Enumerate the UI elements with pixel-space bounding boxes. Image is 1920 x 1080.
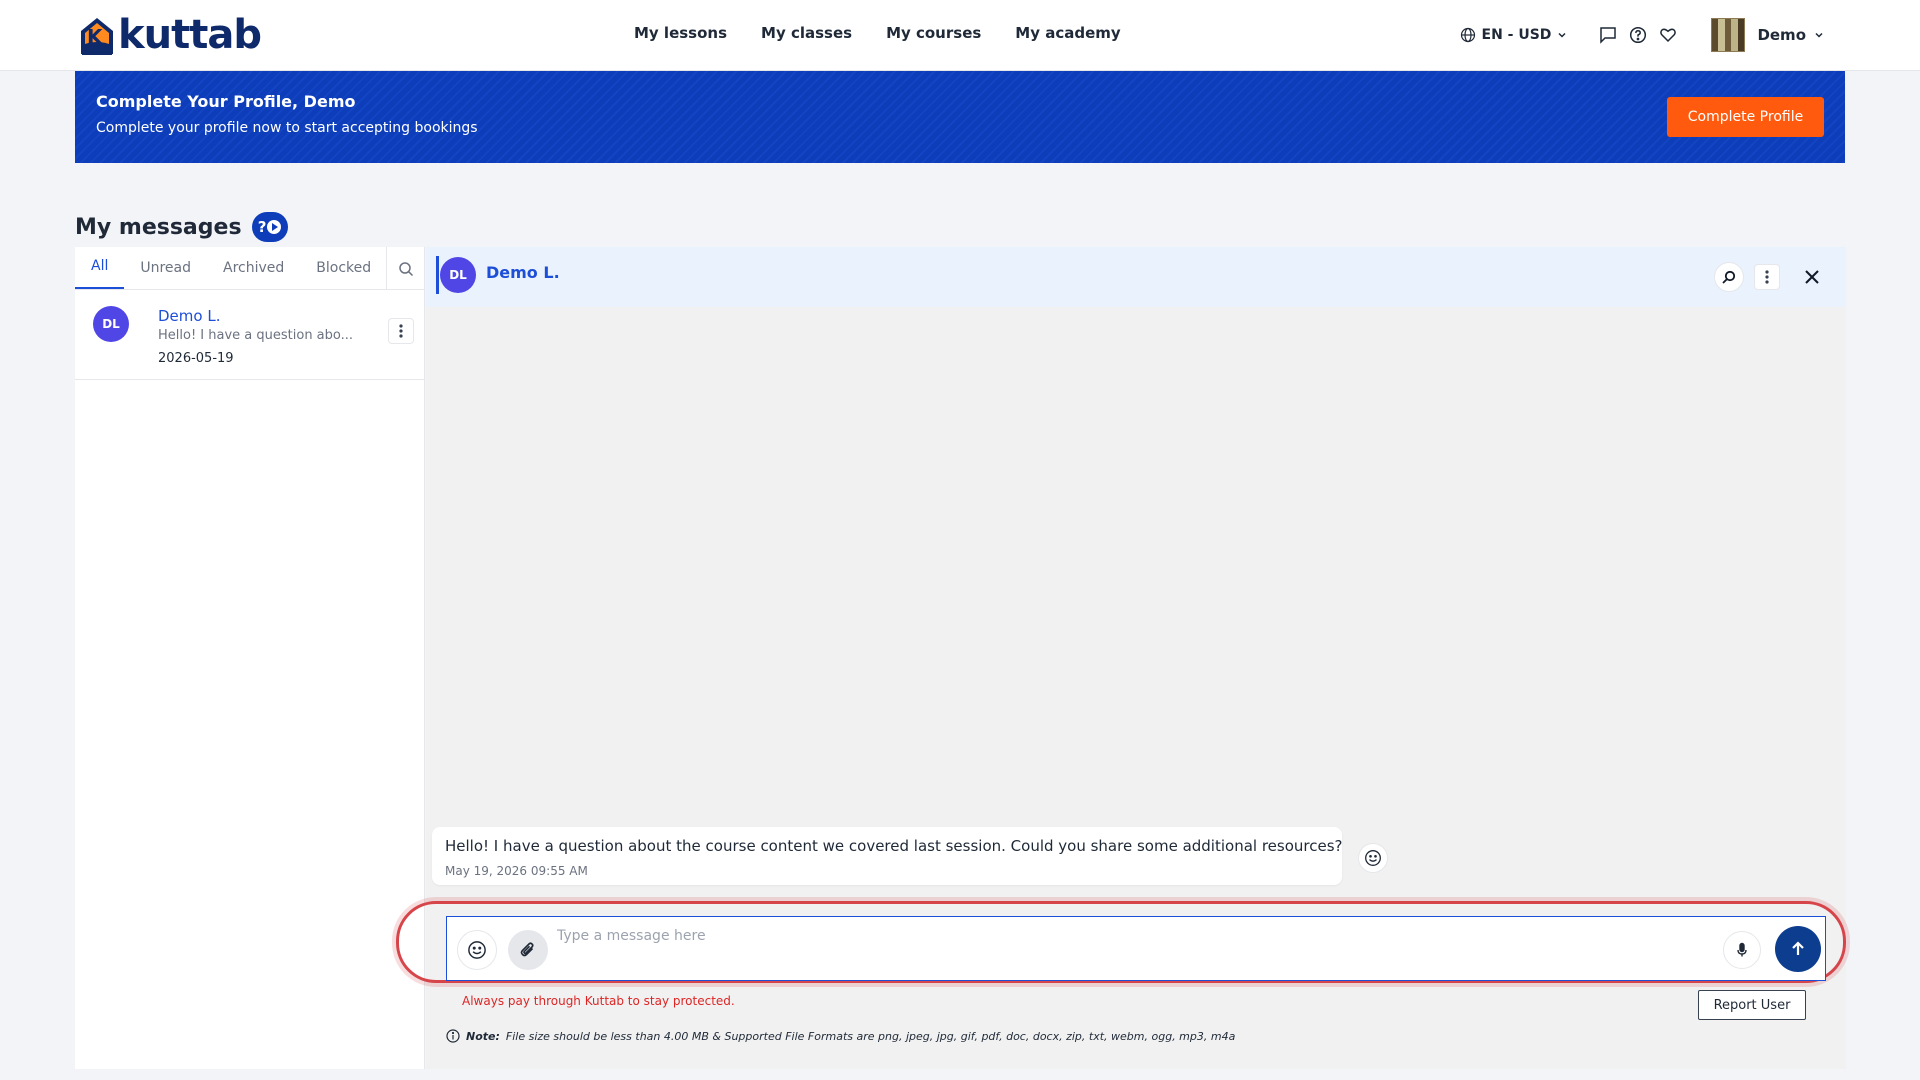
user-avatar[interactable] — [1711, 18, 1746, 52]
nav-my-academy[interactable]: My academy — [1015, 24, 1120, 42]
voice-message-button[interactable] — [1723, 931, 1761, 969]
globe-icon — [1460, 27, 1475, 43]
emoji-picker-button[interactable] — [457, 930, 497, 970]
tab-all[interactable]: All — [75, 246, 125, 289]
info-icon — [446, 1029, 460, 1043]
tab-unread[interactable]: Unread — [124, 246, 207, 289]
kebab-menu-icon — [399, 324, 403, 338]
conversation-date: 2026-05-19 — [158, 351, 234, 366]
user-name-label: Demo — [1757, 26, 1806, 44]
main-nav: My lessons My classes My courses My acad… — [634, 24, 1121, 42]
tab-blocked[interactable]: Blocked — [300, 246, 387, 289]
page-header: My messages ? — [75, 212, 288, 242]
help-question-mark: ? — [257, 218, 267, 236]
user-menu[interactable]: Demo — [1757, 26, 1824, 44]
logo-text: kuttab — [118, 12, 262, 58]
conversation-search-button[interactable] — [386, 247, 424, 290]
paperclip-icon — [520, 942, 534, 957]
note-label: Note: — [466, 1029, 500, 1043]
conversation-preview: Hello! I have a question abo... — [158, 328, 354, 343]
chevron-down-icon — [1815, 32, 1823, 38]
page-title: My messages — [75, 214, 242, 240]
chat-panel: DL Demo L. Hello! I have a question abou… — [396, 247, 1846, 1069]
locale-label: EN - USD — [1481, 27, 1552, 43]
smiley-icon — [1365, 850, 1381, 866]
close-chat-button[interactable] — [1799, 264, 1825, 290]
message-input[interactable] — [557, 925, 1707, 947]
banner-subtitle: Complete your profile now to start accep… — [96, 120, 478, 136]
message-text: Hello! I have a question about the cours… — [445, 837, 1343, 855]
search-messages-button[interactable] — [1714, 262, 1744, 292]
help-video-button[interactable]: ? — [251, 212, 288, 242]
complete-profile-banner: Complete Your Profile, Demo Complete you… — [75, 71, 1845, 163]
favorites-button[interactable] — [1657, 24, 1679, 46]
smiley-icon — [468, 941, 486, 959]
conversation-menu-button[interactable] — [388, 318, 414, 344]
banner-title: Complete Your Profile, Demo — [96, 92, 356, 111]
attach-file-button[interactable] — [508, 930, 548, 970]
top-navbar: K kuttab My lessons My classes My course… — [0, 0, 1920, 71]
conversation-name: Demo L. — [158, 307, 221, 325]
complete-profile-button[interactable]: Complete Profile — [1667, 97, 1824, 137]
chat-avatar: DL — [440, 257, 476, 293]
help-button[interactable] — [1627, 24, 1649, 46]
nav-right-tools: EN - USD Demo — [1460, 16, 1824, 54]
chat-options-button[interactable] — [1754, 264, 1780, 290]
kebab-menu-icon — [1765, 270, 1769, 284]
search-icon — [398, 261, 413, 276]
report-user-button[interactable]: Report User — [1698, 990, 1806, 1020]
microphone-icon — [1737, 942, 1747, 957]
note-text: File size should be less than 4.00 MB & … — [505, 1029, 1236, 1043]
conversation-tabs: All Unread Archived Blocked — [75, 247, 424, 290]
locale-selector[interactable]: EN - USD — [1460, 27, 1568, 43]
nav-my-lessons[interactable]: My lessons — [634, 24, 727, 42]
tab-archived[interactable]: Archived — [207, 246, 300, 289]
conversations-panel: All Unread Archived Blocked DL Demo L. H… — [75, 247, 425, 1069]
chevron-down-icon — [1558, 32, 1566, 38]
conversation-avatar: DL — [93, 306, 129, 342]
react-to-message-button[interactable] — [1358, 843, 1388, 873]
chat-header: DL Demo L. — [426, 247, 1846, 307]
message-composer — [446, 916, 1826, 981]
payment-warning: Always pay through Kuttab to stay protec… — [462, 994, 735, 1008]
arrow-up-icon — [1792, 941, 1804, 955]
play-icon — [267, 220, 282, 234]
close-icon — [1805, 270, 1819, 284]
message-bubble: Hello! I have a question about the cours… — [432, 827, 1342, 885]
logo-house-icon: K — [78, 15, 116, 55]
messages-button[interactable] — [1597, 24, 1619, 46]
chat-header-accent — [436, 256, 439, 294]
logo-letter: K — [87, 25, 103, 49]
file-size-note: Note: File size should be less than 4.00… — [446, 1029, 1235, 1043]
send-message-button[interactable] — [1775, 926, 1821, 972]
nav-my-classes[interactable]: My classes — [761, 24, 852, 42]
question-circle-icon — [1630, 26, 1647, 44]
chat-bubble-icon — [1600, 27, 1617, 44]
heart-icon — [1660, 28, 1677, 43]
message-timestamp: May 19, 2026 09:55 AM — [445, 864, 588, 878]
nav-my-courses[interactable]: My courses — [886, 24, 981, 42]
brand-logo[interactable]: K kuttab — [78, 12, 262, 58]
search-in-chat-icon — [1722, 270, 1736, 284]
chat-contact-name[interactable]: Demo L. — [486, 263, 560, 282]
conversation-item[interactable]: DL Demo L. Hello! I have a question abo.… — [75, 290, 424, 380]
